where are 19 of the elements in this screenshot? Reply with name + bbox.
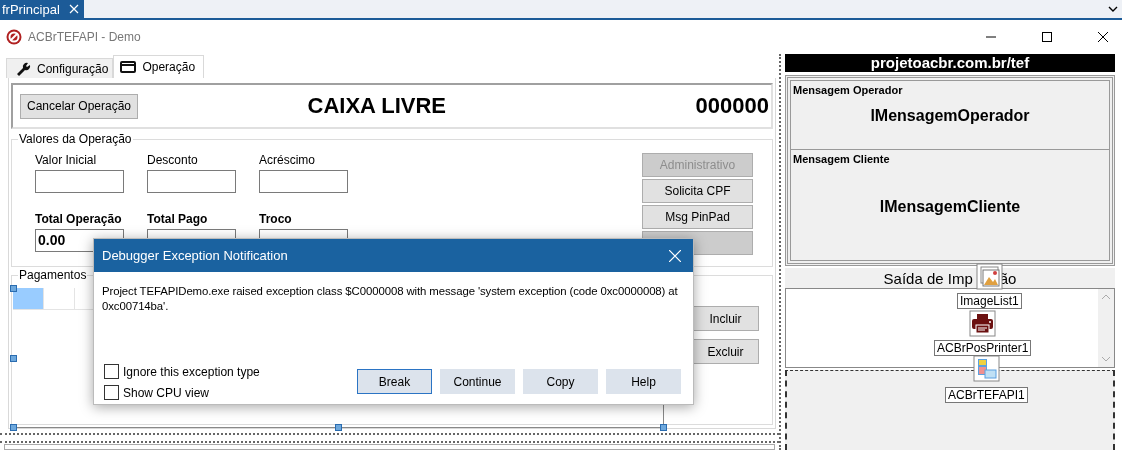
message-text: lMensagemCliente [879, 198, 1021, 216]
checkbox-label: Show CPU view [123, 385, 210, 400]
status-text: CAIXA LIVRE [306, 93, 448, 119]
section-caption: Mensagem Cliente [792, 152, 891, 167]
counter-text: 000000 [695, 93, 769, 119]
field-label: Acréscimo [259, 153, 316, 167]
dialog-message: Project TEFAPIDemo.exe raised exception class $C0000008 with message 'system exception (code 0xc0000008) at 0xc00714ba'. [102, 284, 679, 314]
field-label: Valor Inicial [35, 153, 98, 167]
group-title: Pagamentos [18, 268, 88, 282]
field-label: Troco [259, 211, 293, 226]
field-label: Desconto [147, 153, 199, 167]
section-title: Saída de Imp [883, 269, 973, 287]
field-label: Total Operação [35, 211, 123, 226]
section-caption: Mensagem Operador [792, 83, 904, 98]
field-label: Total Pago [147, 211, 209, 226]
group-title: Valores da Operação [18, 132, 133, 146]
message-text: lMensagemOperador [870, 107, 1030, 125]
window-title: ACBrTEFAPI - Demo [28, 29, 141, 44]
checkbox-label: Ignore this exception type [123, 364, 260, 379]
